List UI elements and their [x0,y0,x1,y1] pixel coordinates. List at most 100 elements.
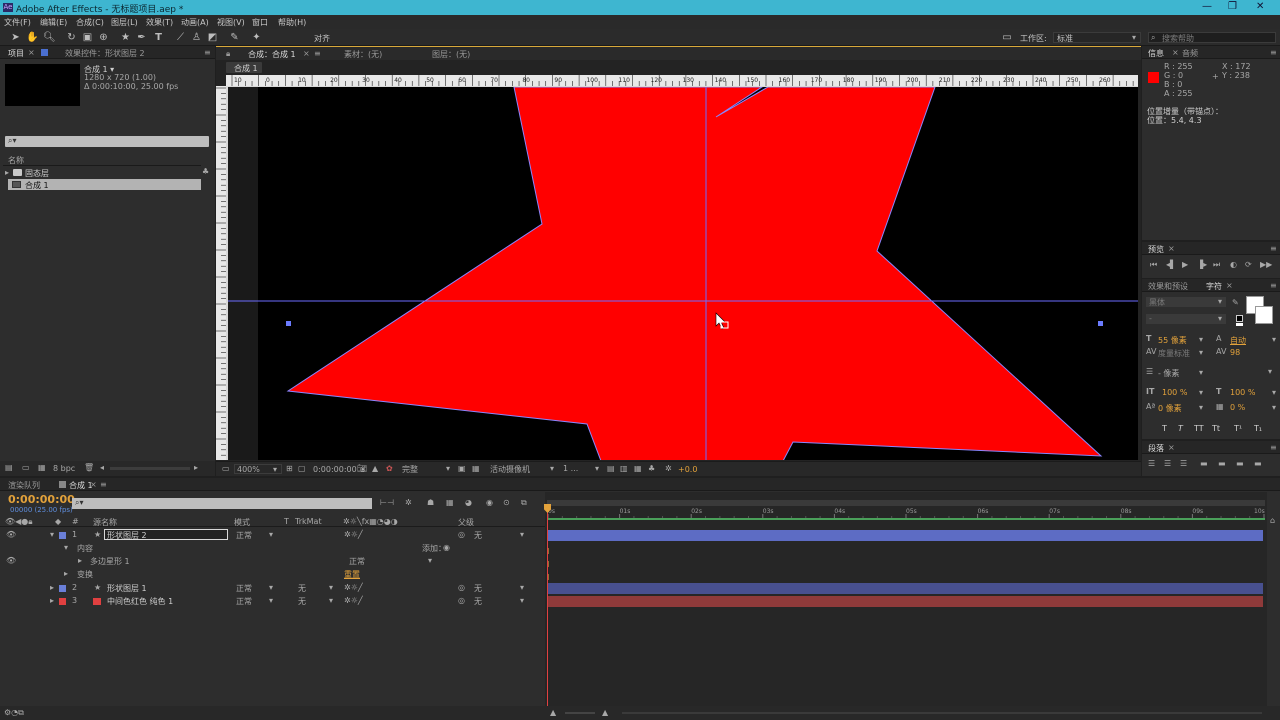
table-row[interactable]: 👁︎ ▾ 1 ★ 形状图层 2 正常 ▾ ✲☼╱ ◎ 无 ▾ [0,529,545,541]
roto-brush-tool-icon[interactable]: ✎ [229,32,240,43]
minimize-icon[interactable]: — [1202,1,1212,12]
horizontal-scrollbar[interactable] [110,467,190,470]
small-caps-button[interactable]: Tt [1212,424,1220,433]
pan-behind-tool-icon[interactable]: ⊕ [98,32,109,43]
justify-all-icon[interactable]: ▬ [1254,459,1262,468]
timeline-search-input[interactable]: ⌕▾ [72,498,372,509]
chevron-down-icon[interactable]: ▾ [1199,388,1203,397]
last-frame-icon[interactable]: ⏭ [1213,260,1220,270]
comp-viewer[interactable] [226,86,1138,460]
kerning-value[interactable]: 度量标准 [1158,348,1190,359]
zoom-select[interactable]: 400% ▾ [234,464,282,474]
zoom-tool-icon[interactable]: 🔍︎ [43,32,56,43]
zoom-out-icon[interactable]: ▲ [550,708,556,717]
faux-bold-button[interactable]: T [1162,424,1167,433]
horizontal-ruler[interactable]: 10 0 10 20 30 40 50 60 70 80 90 100 110 120 130 140 150 1… [226,75,1138,86]
list-item[interactable]: ▸ 固态层 [3,167,201,178]
switches-icon[interactable]: ✲☼╲fx▦◔◕◑ [343,517,398,526]
zoom-in-icon[interactable]: ▲ [602,708,608,717]
close-icon[interactable]: × [90,480,97,489]
timeline-scrollbar[interactable] [622,712,1262,714]
menu-view[interactable]: 视图(V) [217,17,245,28]
tab-info[interactable]: 信息 [1148,48,1164,59]
close-icon[interactable]: × [1226,281,1233,290]
tab-project[interactable]: 项目 [8,48,24,59]
eraser-tool-icon[interactable]: ◩ [207,32,218,43]
scroll-right-icon[interactable]: ▸ [194,463,198,472]
always-preview-icon[interactable]: ▭ [222,464,230,473]
close-icon[interactable]: × [1172,48,1179,57]
pen-tool-icon[interactable]: ✒ [136,32,147,43]
mode-header[interactable]: 模式 [234,517,250,528]
camera-tool-icon[interactable]: ▣ [82,32,93,43]
vertical-scale-value[interactable]: 100 % [1162,388,1187,397]
font-size-value[interactable]: 55 像素 [1158,335,1187,346]
time-ruler[interactable]: 0s 01s 02s 03s 04s 05s 06s 07s 08s 09s 10s [545,506,1267,518]
motion-blur-icon[interactable]: ◕ [465,498,472,507]
star-tool-icon[interactable]: ★ [120,32,131,43]
font-family-select[interactable]: 黑体 ▾ [1146,297,1226,307]
hand-tool-icon[interactable]: ✋ [26,32,38,43]
menu-composition[interactable]: 合成(C) [76,17,104,28]
tracking-value[interactable]: 98 [1230,348,1240,357]
trash-icon[interactable]: 🗑︎ [84,463,94,472]
tab-footage[interactable]: 素材：(无) [344,49,382,60]
tab-preview[interactable]: 预览 [1148,244,1164,255]
white-swatch[interactable] [1236,323,1243,326]
maximize-icon[interactable]: ❐ [1228,1,1237,12]
draft-3d-icon[interactable]: ✲ [405,498,412,507]
comp-mini-flowchart-icon[interactable]: ⊢⊣ [380,498,394,507]
timeline-timecode[interactable]: 0:00:00:00 [8,493,75,506]
menu-layer[interactable]: 图层(L) [111,17,138,28]
parent-header[interactable]: 父级 [458,517,474,528]
chevron-down-icon[interactable]: ▾ [1272,403,1276,412]
next-frame-icon[interactable]: ▐▸ [1197,260,1207,269]
time-graph[interactable]: 0s 01s 02s 03s 04s 05s 06s 07s 08s 09s 10s I I I [544,492,1267,720]
type-tool-icon[interactable]: T [153,32,164,43]
leading-value[interactable]: 自动 [1230,335,1246,346]
help-search-input[interactable]: ⌕ 搜索帮助 [1148,32,1276,43]
current-time[interactable]: 0:00:00:00 [313,465,357,474]
panel-menu-icon[interactable]: ≡ [1270,281,1277,290]
transparency-grid-icon[interactable]: ▦ [472,464,480,473]
tab-effect-controls[interactable]: 效果控件：形状图层 2 [65,48,145,59]
interpret-footage-icon[interactable]: ▤ [5,463,13,472]
chevron-down-icon[interactable]: ▾ [1199,348,1203,357]
baseline-shift-value[interactable]: 0 像素 [1158,403,1182,414]
close-icon[interactable]: × [28,48,35,57]
stroke-color-swatch[interactable] [1255,306,1273,324]
close-icon[interactable]: × [1168,244,1175,253]
list-item[interactable]: ▸ 变换 重置 [0,568,545,580]
show-snapshot-icon[interactable]: ▲ [372,464,378,473]
eyedropper-icon[interactable]: ✎ [1232,298,1239,307]
tab-composition[interactable]: 合成：合成 1 [248,49,296,60]
list-item[interactable]: 合成 1 [8,179,201,190]
resolution-select[interactable]: 完整 ▾ [400,464,454,474]
camera-select[interactable]: 活动摄像机 ▾ [488,464,558,474]
trkmat-header[interactable]: TrkMat [295,517,322,526]
align-left-icon[interactable]: ☰ [1148,459,1155,468]
layer-bar[interactable] [548,530,1263,541]
align-label[interactable]: 对齐 [314,33,330,44]
justify-left-icon[interactable]: ▬ [1200,459,1208,468]
layer-bar[interactable] [548,596,1263,607]
source-name-header[interactable]: 源名称 [93,517,117,528]
audio-icon[interactable]: ◐ [1230,260,1237,269]
snapshot-icon[interactable]: 📷︎ [357,464,367,473]
layer-name-field[interactable]: 形状图层 2 [104,529,228,540]
shy-icon[interactable]: ☗ [427,498,434,507]
panel-menu-icon[interactable]: ≡ [204,48,211,57]
subscript-button[interactable]: T₁ [1254,424,1262,433]
zoom-slider[interactable] [565,712,595,714]
chevron-down-icon[interactable]: ▾ [1272,388,1276,397]
project-search-input[interactable]: ⌕▾ [5,136,209,147]
align-right-icon[interactable]: ☰ [1180,459,1187,468]
fast-preview-icon[interactable]: ▥ [620,464,628,473]
comp-button-icon[interactable]: ⌂ [1268,516,1280,528]
new-comp-icon[interactable]: ▦ [38,463,46,472]
clone-stamp-tool-icon[interactable]: ♙ [191,32,202,43]
chevron-down-icon[interactable]: ▾ [1199,368,1203,377]
menu-file[interactable]: 文件(F) [4,17,31,28]
chevron-down-icon[interactable]: ▾ [1272,335,1276,344]
menu-help[interactable]: 帮助(H) [278,17,306,28]
